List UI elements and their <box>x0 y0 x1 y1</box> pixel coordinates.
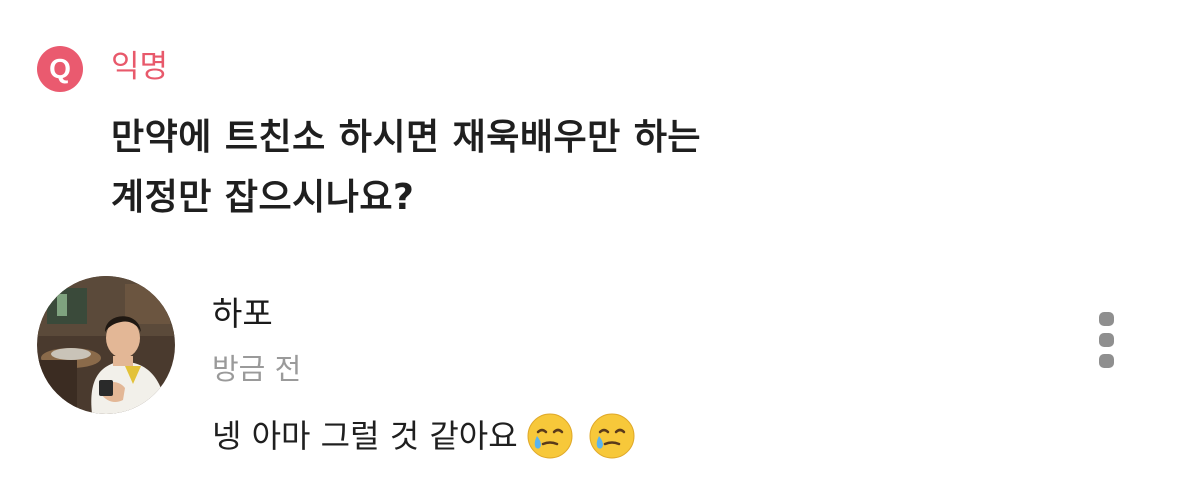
question-line-2: 계정만 잡으시나요? <box>111 177 415 218</box>
menu-dot <box>1099 333 1114 347</box>
menu-dot <box>1099 354 1114 368</box>
menu-dot <box>1099 312 1114 326</box>
question-badge: Q <box>37 46 83 92</box>
question-line-1: 만약에 트친소 하시면 재욱배우만 하는 <box>111 117 702 158</box>
avatar-photo <box>37 276 175 414</box>
comment-timestamp: 방금 전 <box>212 352 302 386</box>
face-holding-back-tears-icon <box>527 413 573 459</box>
avatar[interactable] <box>37 276 175 414</box>
comment-text: 넹 아마 그럴 것 같아요 <box>212 417 518 455</box>
face-holding-back-tears-icon <box>589 413 635 459</box>
comment-username[interactable]: 하포 <box>212 293 273 335</box>
question-text: 만약에 트친소 하시면 재욱배우만 하는 계정만 잡으시나요? <box>111 108 1011 228</box>
anonymous-author-label: 익명 <box>111 49 169 85</box>
comment-body: 넹 아마 그럴 것 같아요 <box>212 412 636 460</box>
more-vertical-icon[interactable] <box>1092 310 1122 370</box>
